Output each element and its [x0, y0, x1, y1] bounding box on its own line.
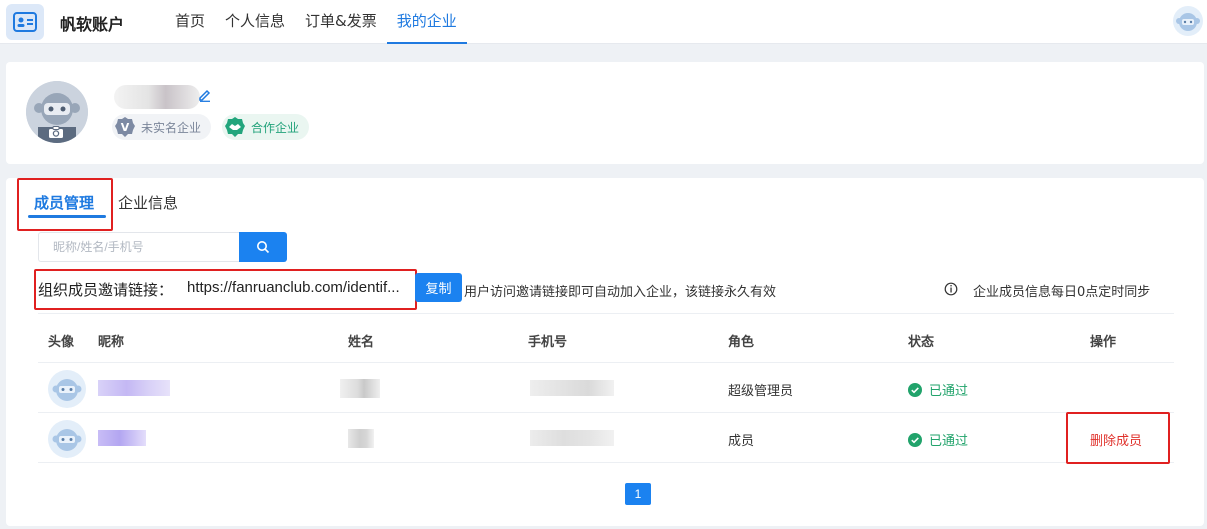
check-circle-icon — [908, 432, 922, 447]
badge-label: 合作企业 — [251, 120, 300, 135]
nav-orders-invoices[interactable]: 订单&发票 — [295, 0, 387, 44]
badge-label: 未实名企业 — [141, 120, 202, 135]
edit-icon[interactable] — [198, 88, 212, 102]
invite-link-label: 组织成员邀请链接： — [38, 281, 174, 299]
role-cell: 成员 — [728, 434, 755, 449]
sync-tip-text: 企业成员信息每日0点定时同步 — [973, 285, 1151, 300]
main-nav: 首页 个人信息 订单&发票 我的企业 — [165, 0, 467, 44]
role-cell: 超级管理员 — [728, 384, 794, 399]
nav-personal-info[interactable]: 个人信息 — [215, 0, 295, 44]
copy-button[interactable]: 复制 — [415, 273, 462, 302]
nav-my-enterprise[interactable]: 我的企业 — [386, 0, 467, 44]
v-badge-icon: V — [114, 116, 136, 138]
nickname-blurred — [98, 430, 146, 446]
header-status: 状态 — [908, 335, 935, 350]
search-icon — [257, 241, 270, 254]
nickname-blurred — [98, 380, 170, 396]
header-role: 角色 — [728, 335, 755, 350]
table-header: 头像 昵称 姓名 手机号 角色 状态 操作 — [38, 313, 1174, 363]
status-cell: 已通过 — [908, 430, 968, 449]
header-name: 姓名 — [348, 335, 375, 350]
phone-blurred — [530, 430, 614, 446]
member-avatar — [48, 420, 86, 458]
header-nickname: 昵称 — [98, 335, 125, 350]
pagination-page-1[interactable]: 1 — [625, 483, 651, 505]
name-blurred — [340, 379, 380, 398]
tab-enterprise-info[interactable]: 企业信息 — [118, 192, 178, 213]
svg-text:V: V — [121, 121, 130, 134]
header-avatar: 头像 — [48, 335, 75, 350]
invite-link-text[interactable]: https://fanruanclub.com/identif... — [187, 279, 412, 296]
table-row: 成员 已通过 删除成员 — [38, 413, 1174, 463]
brand-title: 帆软账户 — [60, 15, 125, 34]
member-search-input[interactable] — [38, 232, 240, 262]
partner-enterprise-badge: 合作企业 — [222, 114, 310, 140]
name-blurred — [348, 429, 374, 448]
unverified-enterprise-badge: V 未实名企业 — [112, 114, 212, 140]
camera-icon[interactable] — [48, 126, 64, 139]
enterprise-profile-card: V 未实名企业 合作企业 — [6, 62, 1204, 164]
invite-tip-text: 用户访问邀请链接即可自动加入企业，该链接永久有效 — [464, 285, 777, 300]
tab-member-management[interactable]: 成员管理 — [34, 192, 94, 213]
status-label: 已通过 — [929, 434, 969, 449]
account-card-icon[interactable] — [6, 4, 44, 40]
user-avatar[interactable] — [1173, 6, 1203, 36]
active-tab-indicator — [28, 215, 106, 218]
member-avatar — [48, 370, 86, 408]
phone-blurred — [530, 380, 614, 396]
member-table: 头像 昵称 姓名 手机号 角色 状态 操作 超级管理员 已通过 成员 已通过 删… — [38, 313, 1174, 463]
member-management-card: 成员管理 企业信息 组织成员邀请链接： https://fanruanclub.… — [6, 178, 1204, 526]
nav-home[interactable]: 首页 — [165, 0, 215, 44]
top-navbar: 帆软账户 首页 个人信息 订单&发票 我的企业 — [0, 0, 1207, 44]
status-label: 已通过 — [929, 384, 969, 399]
header-phone: 手机号 — [528, 335, 568, 350]
search-button[interactable] — [239, 232, 287, 262]
delete-member-button[interactable]: 删除成员 — [1090, 430, 1142, 449]
handshake-icon — [224, 116, 246, 138]
table-row: 超级管理员 已通过 — [38, 363, 1174, 413]
header-actions: 操作 — [1090, 335, 1117, 350]
check-circle-icon — [908, 382, 922, 397]
enterprise-name-blurred — [114, 85, 200, 109]
info-icon — [944, 282, 958, 296]
status-cell: 已通过 — [908, 380, 968, 399]
